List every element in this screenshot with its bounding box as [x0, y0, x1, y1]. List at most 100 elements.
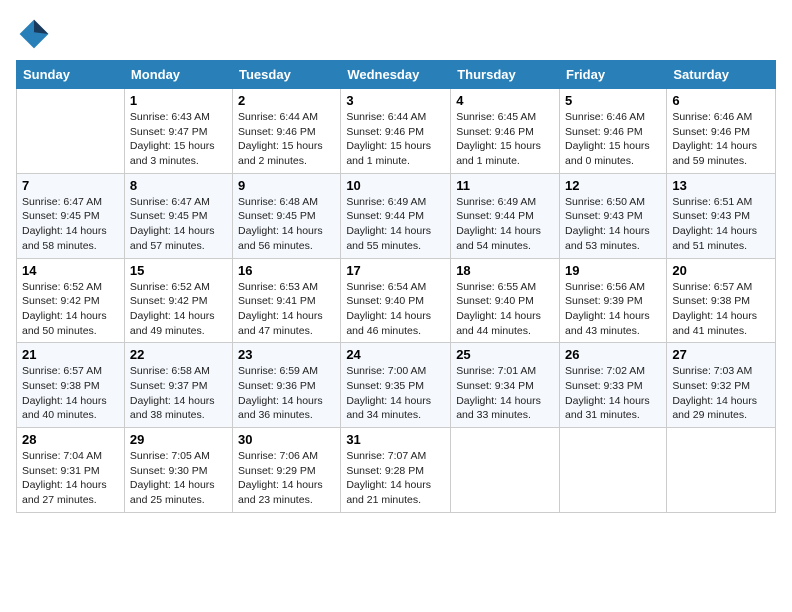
calendar-week-2: 7 Sunrise: 6:47 AMSunset: 9:45 PMDaylight…: [17, 173, 776, 258]
calendar-cell: 6 Sunrise: 6:46 AMSunset: 9:46 PMDaylight…: [667, 89, 776, 174]
day-number: 22: [130, 347, 227, 362]
calendar-cell: 14 Sunrise: 6:52 AMSunset: 9:42 PMDayligh…: [17, 258, 125, 343]
day-number: 12: [565, 178, 661, 193]
day-number: 3: [346, 93, 445, 108]
calendar-cell: 30 Sunrise: 7:06 AMSunset: 9:29 PMDayligh…: [233, 428, 341, 513]
day-number: 26: [565, 347, 661, 362]
calendar-cell: 15 Sunrise: 6:52 AMSunset: 9:42 PMDayligh…: [124, 258, 232, 343]
day-number: 23: [238, 347, 335, 362]
cell-content: Sunrise: 6:59 AMSunset: 9:36 PMDaylight:…: [238, 364, 335, 423]
cell-content: Sunrise: 6:47 AMSunset: 9:45 PMDaylight:…: [22, 195, 119, 254]
day-number: 10: [346, 178, 445, 193]
calendar-week-1: 1Sunrise: 6:43 AMSunset: 9:47 PMDaylight…: [17, 89, 776, 174]
cell-content: Sunrise: 6:46 AMSunset: 9:46 PMDaylight:…: [565, 110, 661, 169]
logo-icon: [16, 16, 52, 52]
calendar-cell: 2 Sunrise: 6:44 AMSunset: 9:46 PMDaylight…: [233, 89, 341, 174]
day-number: 4: [456, 93, 554, 108]
cell-content: Sunrise: 6:49 AMSunset: 9:44 PMDaylight:…: [456, 195, 554, 254]
cell-content: Sunrise: 6:49 AMSunset: 9:44 PMDaylight:…: [346, 195, 445, 254]
calendar-cell: 4 Sunrise: 6:45 AMSunset: 9:46 PMDaylight…: [451, 89, 560, 174]
day-number: 15: [130, 263, 227, 278]
cell-content: Sunrise: 6:46 AMSunset: 9:46 PMDaylight:…: [672, 110, 770, 169]
calendar-week-4: 21 Sunrise: 6:57 AMSunset: 9:38 PMDayligh…: [17, 343, 776, 428]
cell-content: Sunrise: 6:50 AMSunset: 9:43 PMDaylight:…: [565, 195, 661, 254]
day-number: 28: [22, 432, 119, 447]
calendar-cell: 18Sunrise: 6:55 AMSunset: 9:40 PMDayligh…: [451, 258, 560, 343]
cell-content: Sunrise: 6:52 AMSunset: 9:42 PMDaylight:…: [130, 280, 227, 339]
calendar-cell: 31 Sunrise: 7:07 AMSunset: 9:28 PMDayligh…: [341, 428, 451, 513]
day-number: 6: [672, 93, 770, 108]
day-number: 29: [130, 432, 227, 447]
calendar-cell: 17 Sunrise: 6:54 AMSunset: 9:40 PMDayligh…: [341, 258, 451, 343]
calendar-cell: 27 Sunrise: 7:03 AMSunset: 9:32 PMDayligh…: [667, 343, 776, 428]
cell-content: Sunrise: 6:55 AMSunset: 9:40 PMDaylight:…: [456, 280, 554, 339]
cell-content: Sunrise: 6:57 AMSunset: 9:38 PMDaylight:…: [22, 364, 119, 423]
cell-content: Sunrise: 6:51 AMSunset: 9:43 PMDaylight:…: [672, 195, 770, 254]
calendar-cell: 1Sunrise: 6:43 AMSunset: 9:47 PMDaylight…: [124, 89, 232, 174]
calendar-cell: 16Sunrise: 6:53 AMSunset: 9:41 PMDayligh…: [233, 258, 341, 343]
calendar-week-3: 14 Sunrise: 6:52 AMSunset: 9:42 PMDayligh…: [17, 258, 776, 343]
calendar-cell: 26 Sunrise: 7:02 AMSunset: 9:33 PMDayligh…: [560, 343, 667, 428]
cell-content: Sunrise: 7:05 AMSunset: 9:30 PMDaylight:…: [130, 449, 227, 508]
header-thursday: Thursday: [451, 61, 560, 89]
calendar-cell: 19 Sunrise: 6:56 AMSunset: 9:39 PMDayligh…: [560, 258, 667, 343]
cell-content: Sunrise: 6:44 AMSunset: 9:46 PMDaylight:…: [346, 110, 445, 169]
day-number: 30: [238, 432, 335, 447]
calendar-cell: 20Sunrise: 6:57 AMSunset: 9:38 PMDayligh…: [667, 258, 776, 343]
day-number: 21: [22, 347, 119, 362]
header-wednesday: Wednesday: [341, 61, 451, 89]
header-friday: Friday: [560, 61, 667, 89]
cell-content: Sunrise: 6:52 AMSunset: 9:42 PMDaylight:…: [22, 280, 119, 339]
calendar-cell: 10 Sunrise: 6:49 AMSunset: 9:44 PMDayligh…: [341, 173, 451, 258]
header-saturday: Saturday: [667, 61, 776, 89]
logo: [16, 16, 56, 52]
day-number: 9: [238, 178, 335, 193]
day-number: 19: [565, 263, 661, 278]
day-number: 8: [130, 178, 227, 193]
cell-content: Sunrise: 6:47 AMSunset: 9:45 PMDaylight:…: [130, 195, 227, 254]
cell-content: Sunrise: 6:56 AMSunset: 9:39 PMDaylight:…: [565, 280, 661, 339]
calendar-cell: 12 Sunrise: 6:50 AMSunset: 9:43 PMDayligh…: [560, 173, 667, 258]
day-number: 31: [346, 432, 445, 447]
calendar-cell: 23 Sunrise: 6:59 AMSunset: 9:36 PMDayligh…: [233, 343, 341, 428]
cell-content: Sunrise: 7:06 AMSunset: 9:29 PMDaylight:…: [238, 449, 335, 508]
day-number: 20: [672, 263, 770, 278]
calendar-week-5: 28Sunrise: 7:04 AMSunset: 9:31 PMDayligh…: [17, 428, 776, 513]
calendar-cell: 11 Sunrise: 6:49 AMSunset: 9:44 PMDayligh…: [451, 173, 560, 258]
calendar-cell: 24 Sunrise: 7:00 AMSunset: 9:35 PMDayligh…: [341, 343, 451, 428]
cell-content: Sunrise: 7:03 AMSunset: 9:32 PMDaylight:…: [672, 364, 770, 423]
header-sunday: Sunday: [17, 61, 125, 89]
calendar-cell: 5 Sunrise: 6:46 AMSunset: 9:46 PMDaylight…: [560, 89, 667, 174]
cell-content: Sunrise: 6:45 AMSunset: 9:46 PMDaylight:…: [456, 110, 554, 169]
calendar-cell: [667, 428, 776, 513]
calendar-cell: 29 Sunrise: 7:05 AMSunset: 9:30 PMDayligh…: [124, 428, 232, 513]
cell-content: Sunrise: 7:02 AMSunset: 9:33 PMDaylight:…: [565, 364, 661, 423]
cell-content: Sunrise: 7:07 AMSunset: 9:28 PMDaylight:…: [346, 449, 445, 508]
day-number: 25: [456, 347, 554, 362]
cell-content: Sunrise: 7:00 AMSunset: 9:35 PMDaylight:…: [346, 364, 445, 423]
calendar-header-row: SundayMondayTuesdayWednesdayThursdayFrid…: [17, 61, 776, 89]
day-number: 24: [346, 347, 445, 362]
day-number: 27: [672, 347, 770, 362]
header-tuesday: Tuesday: [233, 61, 341, 89]
calendar-cell: 22 Sunrise: 6:58 AMSunset: 9:37 PMDayligh…: [124, 343, 232, 428]
calendar-cell: 9 Sunrise: 6:48 AMSunset: 9:45 PMDaylight…: [233, 173, 341, 258]
day-number: 7: [22, 178, 119, 193]
day-number: 11: [456, 178, 554, 193]
day-number: 13: [672, 178, 770, 193]
calendar-cell: 25 Sunrise: 7:01 AMSunset: 9:34 PMDayligh…: [451, 343, 560, 428]
calendar-table: SundayMondayTuesdayWednesdayThursdayFrid…: [16, 60, 776, 513]
cell-content: Sunrise: 6:43 AMSunset: 9:47 PMDaylight:…: [130, 110, 227, 169]
calendar-cell: 13 Sunrise: 6:51 AMSunset: 9:43 PMDayligh…: [667, 173, 776, 258]
cell-content: Sunrise: 7:01 AMSunset: 9:34 PMDaylight:…: [456, 364, 554, 423]
calendar-cell: 7 Sunrise: 6:47 AMSunset: 9:45 PMDaylight…: [17, 173, 125, 258]
day-number: 17: [346, 263, 445, 278]
day-number: 5: [565, 93, 661, 108]
day-number: 14: [22, 263, 119, 278]
cell-content: Sunrise: 6:48 AMSunset: 9:45 PMDaylight:…: [238, 195, 335, 254]
cell-content: Sunrise: 6:58 AMSunset: 9:37 PMDaylight:…: [130, 364, 227, 423]
day-number: 2: [238, 93, 335, 108]
calendar-cell: 8 Sunrise: 6:47 AMSunset: 9:45 PMDaylight…: [124, 173, 232, 258]
cell-content: Sunrise: 6:54 AMSunset: 9:40 PMDaylight:…: [346, 280, 445, 339]
cell-content: Sunrise: 6:44 AMSunset: 9:46 PMDaylight:…: [238, 110, 335, 169]
